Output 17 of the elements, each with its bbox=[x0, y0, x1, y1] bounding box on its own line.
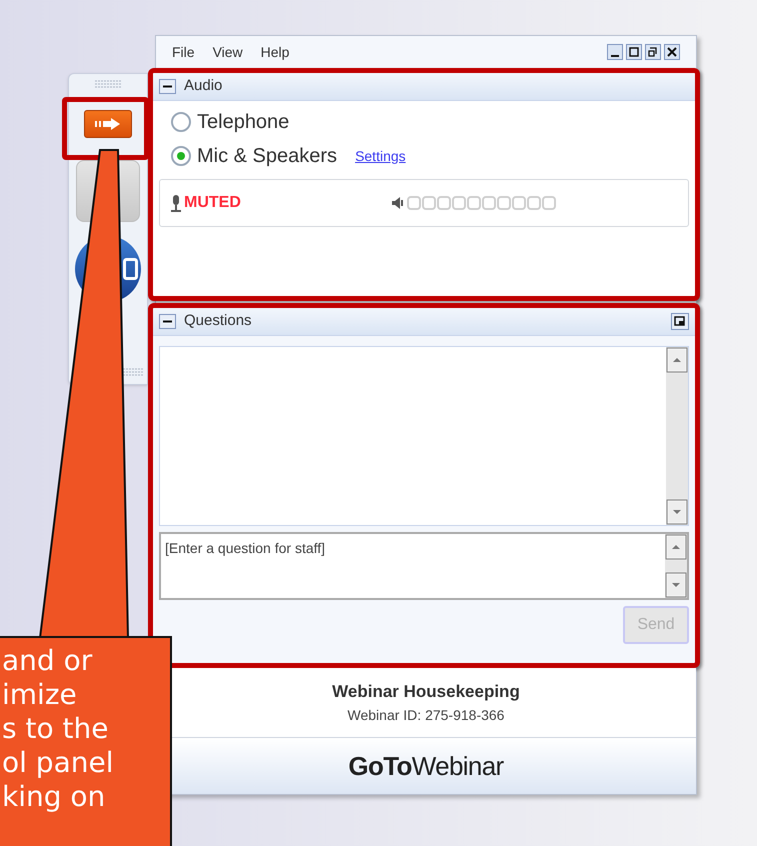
menu-item[interactable]: View bbox=[212, 42, 243, 62]
option-label: Mic & Speakers bbox=[197, 144, 338, 169]
callout-text: and or bbox=[2, 644, 94, 678]
webinar-id: Webinar ID: 275-918-366 bbox=[348, 706, 504, 725]
callout-text: s to the bbox=[2, 712, 110, 746]
settings-link[interactable]: Settings bbox=[355, 146, 406, 166]
menu-item[interactable]: File bbox=[172, 42, 195, 62]
mute-status: MUTED bbox=[184, 193, 241, 213]
callout-text: ol panel bbox=[2, 746, 114, 780]
brand-logo: GoToWebinar bbox=[348, 750, 504, 782]
callout-text: king on bbox=[2, 780, 106, 814]
menu-item[interactable]: Help bbox=[260, 42, 290, 62]
webinar-title: Webinar Housekeeping bbox=[332, 681, 520, 704]
option-label: Telephone bbox=[197, 110, 290, 135]
callout-text: imize bbox=[2, 678, 78, 712]
panel-title: Audio bbox=[184, 76, 222, 96]
panel-title: Questions bbox=[184, 311, 252, 332]
